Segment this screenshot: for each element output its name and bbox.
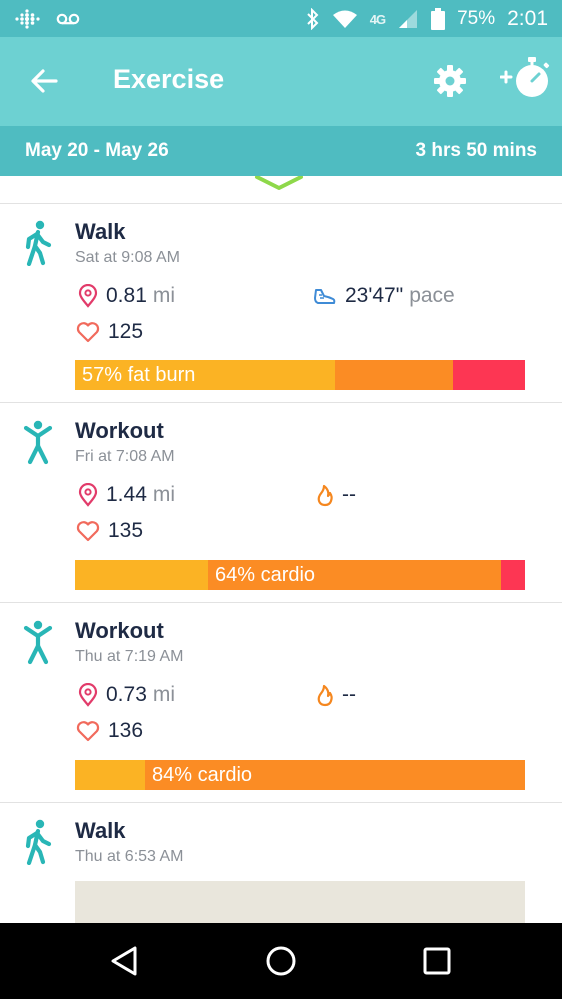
- peak-segment: [452, 360, 525, 390]
- date-range[interactable]: May 20 - May 26: [25, 140, 169, 162]
- add-stopwatch-icon[interactable]: [500, 55, 552, 101]
- arrow-left-icon[interactable]: [28, 65, 60, 97]
- app-bar: Exercise: [0, 37, 562, 126]
- zone-label: 57% fat burn: [82, 364, 196, 386]
- cardio-segment: [334, 360, 453, 390]
- fat-burn-segment: [75, 760, 146, 790]
- activity-card[interactable]: Walk Thu at 6:53 AM: [0, 803, 562, 941]
- workout-icon: [23, 620, 53, 665]
- voicemail-icon: [56, 13, 80, 25]
- walk-icon: [25, 220, 52, 266]
- activity-name: Walk: [75, 219, 126, 244]
- battery-icon: [431, 8, 446, 30]
- clock: 2:01: [507, 7, 548, 30]
- activity-time: Sat at 9:08 AM: [75, 249, 180, 266]
- system-nav-bar: [0, 923, 562, 999]
- peak-segment: [500, 560, 525, 590]
- flame-icon: [317, 484, 333, 507]
- distance-value: 1.44: [106, 483, 147, 506]
- heart-rate-value: 135: [108, 519, 144, 542]
- signal-icon: [399, 10, 418, 28]
- distance-value: 0.73: [106, 683, 147, 706]
- pace-value: 23'47": [345, 284, 404, 307]
- distance-unit: mi: [152, 683, 176, 706]
- fitbit-logo-icon: [15, 9, 40, 29]
- page-title: Exercise: [113, 64, 225, 94]
- square-recents-icon[interactable]: [419, 943, 455, 979]
- walk-icon: [25, 819, 52, 865]
- pace-unit: pace: [409, 284, 455, 307]
- heart-rate-stat: 136: [76, 719, 143, 743]
- heart-rate-value: 125: [108, 320, 144, 343]
- zone-label: 84% cardio: [152, 764, 253, 786]
- calories-value: --: [342, 483, 356, 506]
- activity-time: Thu at 7:19 AM: [75, 648, 184, 665]
- activity-card[interactable]: Workout Fri at 7:08 AM 1.44 mi -- 135 64…: [0, 403, 562, 603]
- heart-icon: [76, 721, 100, 742]
- triangle-back-icon[interactable]: [107, 943, 143, 979]
- flame-icon: [317, 684, 333, 707]
- calories-value: --: [342, 683, 356, 706]
- heart-icon: [76, 521, 100, 542]
- heart-rate-stat: 125: [76, 320, 143, 344]
- heart-zone-bar: 84% cardio: [75, 760, 525, 790]
- activity-time: Thu at 6:53 AM: [75, 848, 184, 865]
- heart-rate-stat: 135: [76, 519, 143, 543]
- network-type: 4G: [369, 11, 386, 27]
- battery-percent: 75%: [457, 8, 496, 29]
- wifi-icon: [332, 10, 357, 28]
- pace-stat: 23'47" pace: [313, 284, 455, 308]
- distance-unit: mi: [152, 284, 176, 307]
- distance-unit: mi: [152, 483, 176, 506]
- distance-stat: 0.81 mi: [78, 284, 175, 308]
- heart-rate-value: 136: [108, 719, 144, 742]
- distance-value: 0.81: [106, 284, 147, 307]
- shoe-icon: [314, 289, 336, 304]
- location-pin-icon: [78, 284, 98, 308]
- distance-stat: 0.73 mi: [78, 683, 175, 707]
- circle-home-icon[interactable]: [263, 943, 299, 979]
- activity-name: Walk: [75, 818, 126, 843]
- workout-icon: [23, 420, 53, 465]
- bluetooth-icon: [307, 8, 319, 30]
- heart-icon: [76, 322, 100, 343]
- distance-stat: 1.44 mi: [78, 483, 175, 507]
- total-duration: 3 hrs 50 mins: [415, 140, 537, 161]
- activity-card[interactable]: Walk Sat at 9:08 AM 0.81 mi 23'47" pace …: [0, 204, 562, 403]
- heart-zone-bar: 57% fat burn: [75, 360, 525, 390]
- location-pin-icon: [78, 683, 98, 707]
- zone-label: 64% cardio: [215, 564, 316, 586]
- status-bar: 4G 75% 2:01: [0, 0, 562, 37]
- chevron-down-icon[interactable]: [254, 176, 304, 190]
- location-pin-icon: [78, 483, 98, 507]
- activity-name: Workout: [75, 618, 164, 643]
- activity-name: Workout: [75, 418, 164, 443]
- gear-icon[interactable]: [432, 63, 468, 99]
- week-summary: May 20 - May 26 3 hrs 50 mins: [0, 126, 562, 176]
- calories-stat: --: [316, 683, 356, 707]
- fat-burn-segment: [75, 560, 209, 590]
- activity-time: Fri at 7:08 AM: [75, 448, 175, 465]
- activity-card[interactable]: Workout Thu at 7:19 AM 0.73 mi -- 136 84…: [0, 603, 562, 803]
- heart-zone-bar: 64% cardio: [75, 560, 525, 590]
- calories-stat: --: [316, 483, 356, 507]
